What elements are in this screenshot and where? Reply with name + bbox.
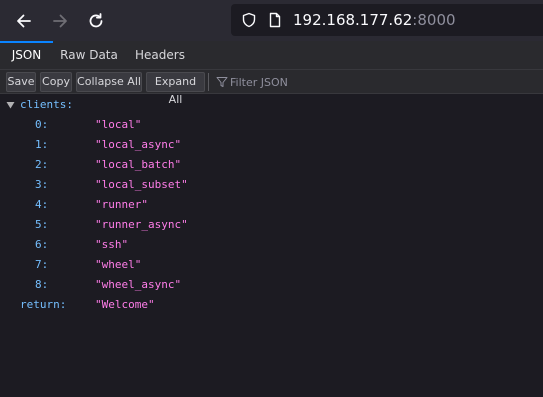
- json-string-value: "local_batch": [95, 158, 182, 171]
- json-tree: clients: 0: "local" 1: "local_async" 2: …: [0, 95, 543, 397]
- json-string-value: "local_subset": [95, 178, 188, 191]
- json-string-value: "runner": [95, 198, 148, 211]
- json-array-row[interactable]: 1: "local_async": [0, 135, 543, 155]
- json-index: 2:: [35, 158, 49, 171]
- clients-row[interactable]: clients:: [0, 95, 543, 115]
- json-index: 5:: [35, 218, 49, 231]
- json-index: 1:: [35, 138, 49, 151]
- collapse-all-button[interactable]: Collapse All: [76, 72, 142, 92]
- json-array-row[interactable]: 7: "wheel": [0, 255, 543, 275]
- expand-all-button[interactable]: Expand All: [146, 72, 205, 106]
- json-array-row[interactable]: 5: "runner_async": [0, 215, 543, 235]
- browser-toolbar: 192.168.177.62:8000: [0, 0, 543, 41]
- url-port: :8000: [412, 11, 456, 29]
- json-key: clients:: [20, 98, 73, 111]
- url-bar[interactable]: 192.168.177.62:8000: [231, 4, 543, 36]
- copy-button[interactable]: Copy: [40, 72, 72, 92]
- json-index: 8:: [35, 278, 49, 291]
- json-string-value: "Welcome": [95, 298, 155, 311]
- reload-icon: [89, 13, 103, 28]
- page-icon[interactable]: [267, 12, 283, 28]
- shield-icon[interactable]: [241, 12, 257, 28]
- save-button[interactable]: Save: [6, 72, 36, 92]
- json-array-row[interactable]: 6: "ssh": [0, 235, 543, 255]
- back-button[interactable]: [11, 8, 37, 34]
- forward-arrow-icon: [53, 14, 67, 28]
- forward-button[interactable]: [47, 8, 73, 34]
- json-string-value: "local": [95, 118, 142, 131]
- json-index: 7:: [35, 258, 49, 271]
- json-array-row[interactable]: 0: "local": [0, 115, 543, 135]
- expand-triangle-icon[interactable]: [6, 101, 15, 109]
- viewer-toolbar: Save Copy Collapse All Expand All: [0, 70, 543, 106]
- toolbar-divider: [208, 73, 209, 91]
- back-arrow-icon: [17, 14, 31, 28]
- json-string-value: "wheel": [95, 258, 142, 271]
- filter-icon: [216, 77, 228, 87]
- return-row[interactable]: return: "Welcome": [0, 295, 543, 315]
- json-string-value: "wheel_async": [95, 278, 182, 291]
- json-index: 4:: [35, 198, 49, 211]
- url-text[interactable]: 192.168.177.62:8000: [293, 11, 456, 29]
- json-index: 0:: [35, 118, 49, 131]
- viewer-tabs: JSON Raw Data Headers: [0, 41, 543, 70]
- json-string-value: "local_async": [95, 138, 182, 151]
- json-array-row[interactable]: 3: "local_subset": [0, 175, 543, 195]
- tab-raw-data[interactable]: Raw Data: [53, 41, 125, 70]
- json-string-value: "runner_async": [95, 218, 188, 231]
- json-array-row[interactable]: 8: "wheel_async": [0, 275, 543, 295]
- json-string-value: "ssh": [95, 238, 129, 251]
- tab-json[interactable]: JSON: [0, 41, 53, 70]
- json-array-row[interactable]: 2: "local_batch": [0, 155, 543, 175]
- url-host: 192.168.177.62: [293, 11, 413, 29]
- reload-button[interactable]: [83, 8, 109, 34]
- json-index: 6:: [35, 238, 49, 251]
- filter-json-input[interactable]: [230, 73, 530, 91]
- json-array-row[interactable]: 4: "runner": [0, 195, 543, 215]
- json-key: return:: [20, 298, 67, 311]
- json-index: 3:: [35, 178, 49, 191]
- tab-headers[interactable]: Headers: [126, 41, 194, 70]
